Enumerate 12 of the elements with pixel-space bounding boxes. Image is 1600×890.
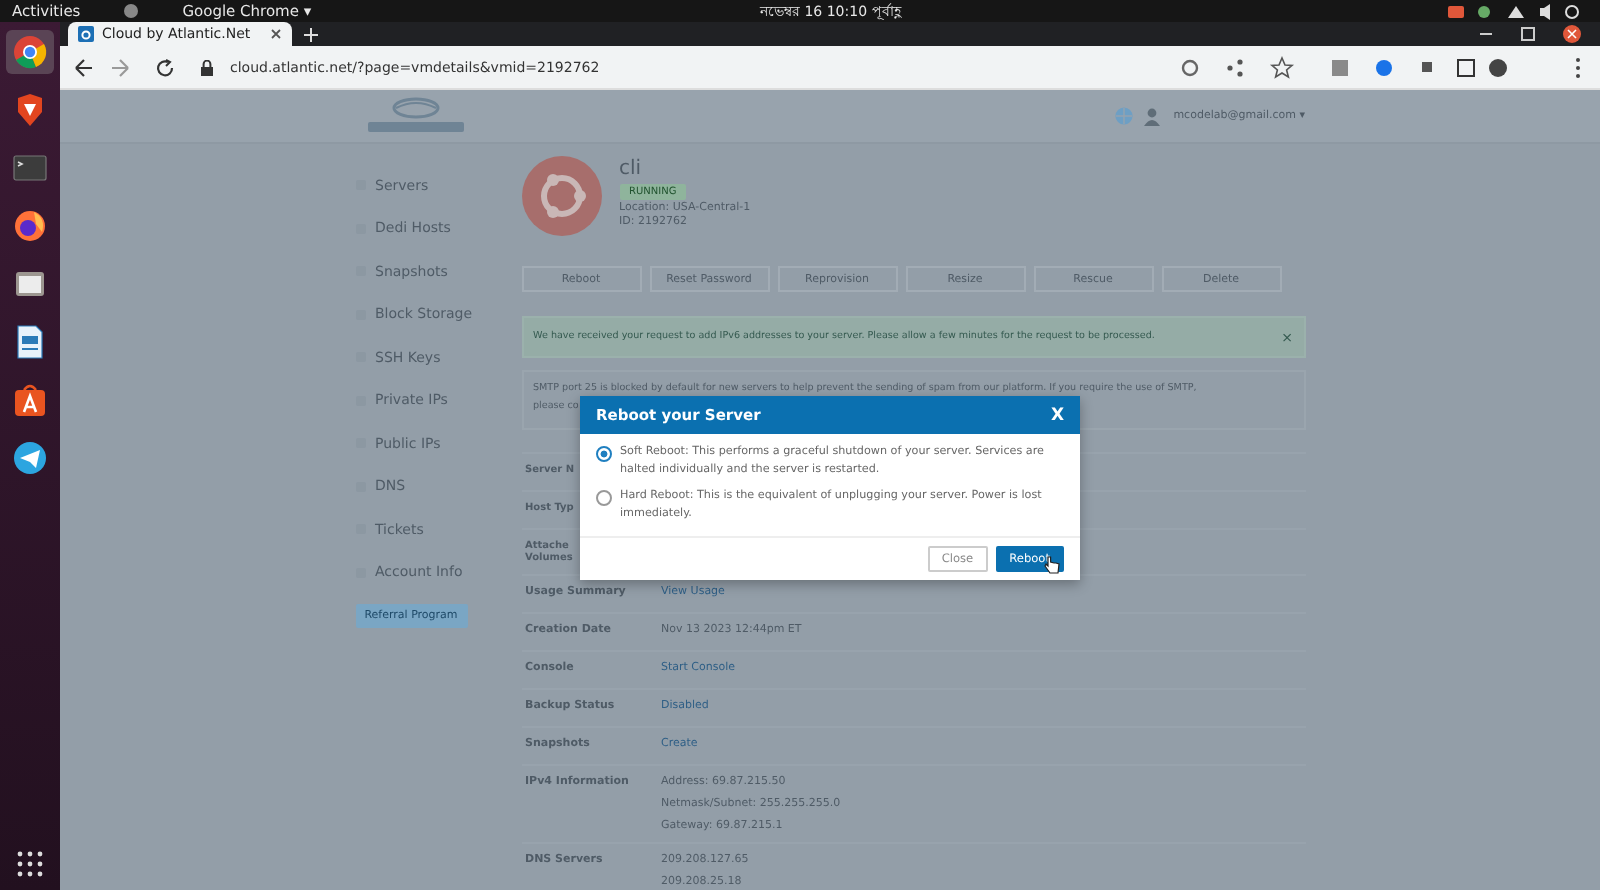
new-tab-icon[interactable]: [304, 27, 318, 41]
user-icon: [1143, 107, 1160, 125]
radio-button[interactable]: [596, 446, 612, 462]
lock-icon[interactable]: [200, 59, 214, 75]
close-button[interactable]: X: [1050, 405, 1064, 425]
browser-icon[interactable]: [6, 30, 54, 74]
server-name: cli: [619, 156, 642, 182]
app-circle-icon: [124, 4, 139, 18]
ubuntu-logo-icon: [521, 156, 601, 236]
radio-button[interactable]: [596, 490, 612, 506]
close-icon[interactable]: [270, 28, 282, 40]
favicon-icon: [78, 26, 94, 42]
